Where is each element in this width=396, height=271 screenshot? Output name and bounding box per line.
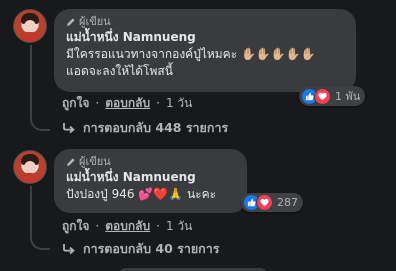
reaction-summary[interactable]: 287: [241, 193, 303, 212]
like-button[interactable]: ถูกใจ: [62, 218, 89, 234]
like-button[interactable]: ถูกใจ: [62, 95, 89, 111]
comment-bubble: ผู้เขียน แม่น้ำหนึ่ง Namnueng ปังปองปู่ …: [54, 149, 247, 213]
badge-label: ผู้เขียน: [79, 155, 111, 168]
view-replies-link[interactable]: การตอบกลับ 40 รายการ: [62, 240, 219, 258]
reply-arrow-icon: [63, 244, 75, 255]
reaction-count: 287: [277, 196, 298, 209]
pencil-icon: [67, 18, 75, 26]
comment-bubble: ผู้เขียน แม่น้ำหนึ่ง Namnueng มีใครรอแนว…: [54, 9, 356, 92]
replies-count-label: การตอบกลับ 448 รายการ: [83, 120, 229, 135]
comments-section: ผู้เขียน แม่น้ำหนึ่ง Namnueng มีใครรอแนว…: [0, 0, 396, 271]
separator: ·: [95, 96, 100, 110]
comment-text-line: มีใครรอแนวทางจากองค์ปู่ไหมคะ ✋🏼✋🏼✋🏼✋🏼✋🏼: [66, 47, 316, 61]
separator: ·: [156, 96, 160, 110]
separator: ·: [156, 219, 160, 233]
thread-line: [30, 186, 32, 232]
view-replies-link[interactable]: การตอบกลับ 448 รายการ: [62, 119, 228, 137]
author-name[interactable]: แม่น้ำหนึ่ง Namnueng: [66, 29, 344, 46]
pencil-icon: [67, 158, 75, 166]
badge-label: ผู้เขียน: [79, 15, 111, 28]
reply-arrow-icon: [63, 123, 75, 134]
replies-count-label: การตอบกลับ 40 รายการ: [83, 241, 220, 256]
love-reaction-icon: [256, 194, 273, 211]
comment-timestamp[interactable]: 1 วัน: [166, 95, 192, 111]
reaction-count: 1 พัน: [335, 90, 361, 103]
comment-actions: ถูกใจ · ตอบกลับ · 1 วัน: [62, 95, 192, 111]
comment-actions: ถูกใจ · ตอบกลับ · 1 วัน: [62, 218, 192, 234]
comment-text-line: ปังปองปู่ 946 💕❤️🙏 นะคะ: [66, 187, 217, 201]
author-badge: ผู้เขียน: [66, 15, 344, 29]
author-name[interactable]: แม่น้ำหนึ่ง Namnueng: [66, 169, 235, 186]
thread-connector: [30, 113, 50, 131]
comment-timestamp[interactable]: 1 วัน: [166, 218, 192, 234]
reply-button[interactable]: ตอบกลับ: [105, 218, 150, 234]
reply-button[interactable]: ตอบกลับ: [105, 95, 150, 111]
author-avatar[interactable]: [13, 150, 47, 184]
love-reaction-icon: [314, 87, 331, 105]
separator: ·: [95, 219, 100, 233]
comment-text-line: แอดจะลงให้ได้โพสนี้: [66, 64, 173, 78]
author-avatar[interactable]: [13, 9, 47, 43]
reaction-summary[interactable]: 1 พัน: [299, 86, 366, 106]
thread-connector: [30, 232, 50, 250]
thread-line: [30, 45, 32, 113]
author-badge: ผู้เขียน: [66, 155, 235, 169]
